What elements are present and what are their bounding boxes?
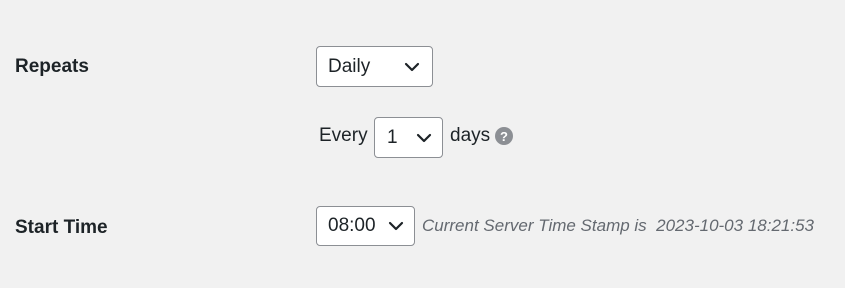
days-label: days: [450, 125, 491, 146]
start-time-label: Start Time: [15, 217, 108, 238]
every-label: Every: [319, 125, 368, 146]
interval-select[interactable]: 1: [374, 117, 443, 158]
repeats-label: Repeats: [15, 56, 89, 77]
repeats-select-value: Daily: [328, 55, 371, 77]
start-time-select-value: 08:00: [328, 215, 376, 236]
question-circle-icon[interactable]: ?: [495, 127, 513, 145]
server-time-stamp: Current Server Time Stamp is 2023-10-03 …: [422, 216, 814, 235]
chevron-down-icon: [402, 60, 422, 74]
chevron-down-icon: [386, 219, 406, 233]
start-time-select[interactable]: 08:00: [316, 206, 415, 246]
interval-select-value: 1: [387, 126, 398, 148]
repeats-select[interactable]: Daily: [316, 46, 433, 87]
chevron-down-icon: [414, 131, 434, 145]
